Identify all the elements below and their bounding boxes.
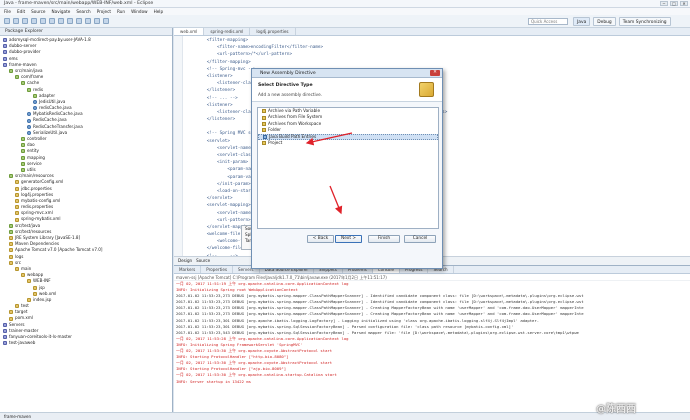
annotation-arrows: [305, 132, 353, 215]
eclipse-window: Java - frame-maven/src/main/webapp/WEB-I…: [0, 0, 690, 420]
arrow-to-next-button: [329, 185, 343, 215]
watermark: @陈西西: [596, 404, 636, 415]
status-bar: frame-maven: [0, 412, 690, 420]
arrow-to-java-build-path: [305, 132, 353, 146]
